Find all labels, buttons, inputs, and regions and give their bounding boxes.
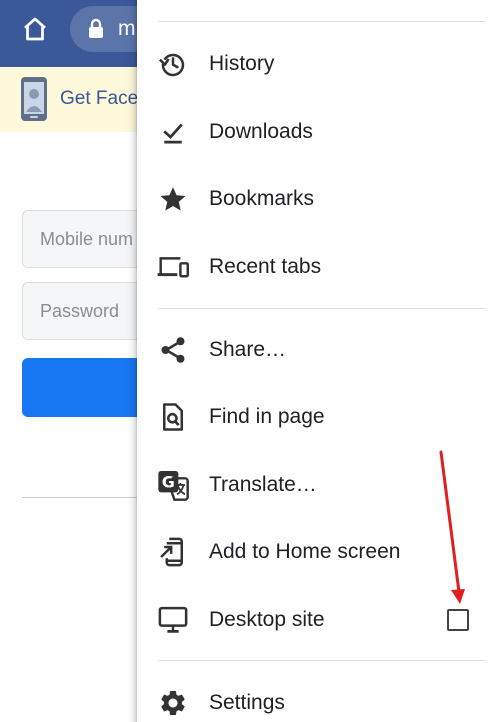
- menu-item-label: Settings: [209, 691, 285, 714]
- menu-divider: [158, 308, 485, 309]
- lock-icon: [89, 18, 103, 38]
- menu-item-label: Recent tabs: [209, 255, 322, 278]
- menu-item-label: Find in page: [209, 405, 325, 428]
- menu-item-share[interactable]: Share…: [137, 320, 503, 380]
- menu-item-downloads[interactable]: Downloads: [137, 102, 503, 162]
- menu-item-add-to-home-screen[interactable]: Add to Home screen: [137, 522, 503, 582]
- home-button[interactable]: [18, 12, 52, 46]
- desktop-icon: [157, 604, 189, 636]
- url-text: m: [118, 17, 136, 40]
- menu-item-bookmarks[interactable]: Bookmarks: [137, 169, 503, 229]
- banner-text: Get Face: [60, 88, 139, 109]
- add-to-home-icon: [157, 536, 189, 568]
- menu-divider: [158, 660, 485, 661]
- devices-icon: [157, 251, 189, 283]
- password-placeholder: Password: [40, 301, 120, 321]
- svg-text:G: G: [162, 473, 175, 492]
- home-icon: [24, 17, 46, 41]
- download-icon: [157, 116, 189, 148]
- menu-item-label: Downloads: [209, 120, 313, 143]
- find-in-page-icon: [157, 401, 189, 433]
- menu-item-translate[interactable]: G Translate…: [137, 455, 503, 515]
- menu-item-label: History: [209, 52, 275, 75]
- phone-icon: [21, 77, 47, 121]
- menu-divider: [158, 21, 485, 22]
- menu-item-label: Add to Home screen: [209, 540, 401, 563]
- screen: m Get Face Mobile num Password History D…: [0, 0, 503, 722]
- menu-item-label: Translate…: [209, 473, 317, 496]
- menu-item-settings[interactable]: Settings: [137, 673, 503, 722]
- star-icon: [157, 183, 189, 215]
- mobile-placeholder: Mobile num: [40, 229, 134, 249]
- menu-item-recent-tabs[interactable]: Recent tabs: [137, 237, 503, 297]
- menu-item-label: Bookmarks: [209, 187, 315, 210]
- history-icon: [157, 48, 189, 80]
- desktop-site-checkbox[interactable]: [447, 609, 469, 631]
- menu-item-find-in-page[interactable]: Find in page: [137, 387, 503, 447]
- menu-item-label: Desktop site: [209, 608, 325, 631]
- share-icon: [157, 334, 189, 366]
- menu-item-desktop-site[interactable]: Desktop site: [137, 590, 503, 650]
- gear-icon: [157, 687, 189, 719]
- translate-icon: G: [157, 469, 189, 501]
- menu-item-history[interactable]: History: [137, 34, 503, 94]
- overflow-menu: History Downloads Bookmarks Recent tabs …: [137, 0, 503, 722]
- menu-item-label: Share…: [209, 338, 287, 361]
